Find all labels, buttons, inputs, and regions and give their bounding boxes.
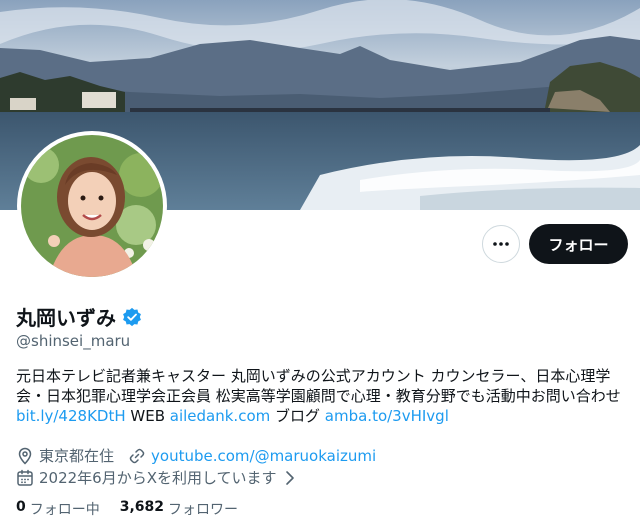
verified-badge-icon[interactable]	[122, 307, 142, 327]
bio-link-bitly[interactable]: bit.ly/428KDtH	[16, 407, 126, 425]
profile-meta-row-2: 2022年6月からXを利用しています	[16, 467, 313, 488]
following-stat[interactable]: 0 フォロー中	[16, 499, 100, 519]
profile-bio: 元日本テレビ記者兼キャスター 丸岡いずみの公式アカウント カウンセラー、日本心理…	[16, 366, 628, 426]
bio-line-3: bit.ly/428KDtH WEB ailedank.com ブログ amba…	[16, 406, 628, 426]
more-icon	[493, 242, 509, 246]
following-count: 0	[16, 499, 26, 515]
link-icon	[129, 448, 145, 463]
followers-stat[interactable]: 3,682 フォロワー	[120, 499, 238, 519]
bio-line-2: 会・日本犯罪心理学会正会員 松実高等学園顧問で心理・教育分野でも活動中お問い合わ…	[16, 387, 621, 405]
website-link[interactable]: youtube.com/@maruokaizumi	[151, 447, 376, 465]
website-item: youtube.com/@maruokaizumi	[128, 447, 376, 465]
more-options-button[interactable]	[482, 225, 520, 263]
follow-button[interactable]: フォロー	[529, 224, 628, 264]
profile-name-row: 丸岡いずみ	[16, 302, 142, 331]
joined-text: 2022年6月からXを利用しています	[39, 469, 277, 487]
calendar-icon	[17, 469, 33, 486]
bio-link-ailedank[interactable]: ailedank.com	[170, 407, 270, 425]
followers-count: 3,682	[119, 499, 165, 515]
following-label: フォロー中	[29, 502, 100, 518]
location-item: 東京都在住	[16, 445, 114, 466]
chevron-right-icon	[285, 470, 294, 485]
bio-link-ameba[interactable]: amba.to/3vHIvgl	[325, 407, 449, 425]
avatar-image	[21, 135, 163, 277]
followers-label: フォロワー	[168, 502, 239, 518]
profile-avatar[interactable]	[17, 131, 167, 281]
bio-line-1: 元日本テレビ記者兼キャスター 丸岡いずみの公式アカウント カウンセラー、日本心理…	[16, 367, 611, 385]
location-text: 東京都在住	[39, 447, 115, 465]
profile-handle: @shinsei_maru	[16, 332, 131, 350]
profile-meta-row-1: 東京都在住 youtube.com/@maruokaizumi	[16, 445, 390, 466]
bio-text-web: WEB	[125, 407, 170, 425]
profile-name: 丸岡いずみ	[16, 306, 116, 330]
location-icon	[18, 447, 32, 465]
bio-text-blog: ブログ	[270, 407, 325, 425]
profile-stats: 0 フォロー中 3,682 フォロワー	[16, 499, 258, 519]
joined-item[interactable]: 2022年6月からXを利用しています	[16, 467, 299, 488]
